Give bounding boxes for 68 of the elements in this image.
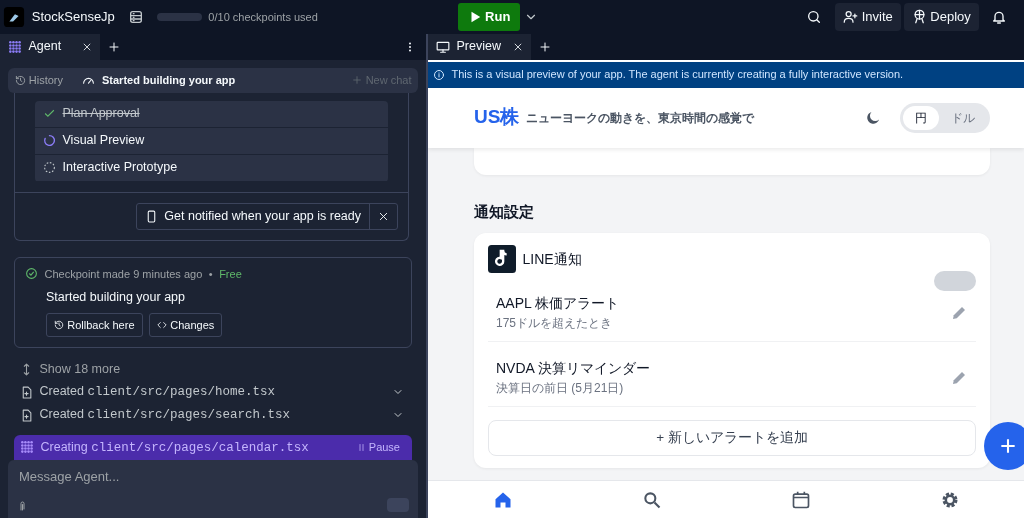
check-circle-icon (25, 267, 38, 281)
show-more-link[interactable]: Show 18 more (0, 357, 426, 381)
monitor-icon (436, 39, 450, 54)
checkpoint-button[interactable]: Rollback here (46, 312, 143, 337)
channel-name: LINE通知 (522, 249, 582, 269)
step-label: Visual Preview (62, 132, 145, 150)
free-label: Free (219, 266, 242, 282)
section-title: 通知設定 (474, 201, 535, 222)
database-icon[interactable] (127, 8, 144, 25)
file-plus-icon (20, 385, 33, 399)
separator-dot: • (208, 266, 213, 282)
alert-subtitle: 決算日の前日 (5月21日) (496, 380, 625, 398)
grid-dots-icon (8, 39, 22, 54)
app-tagline: ニューヨークの動きを、東京時間の感覚で (525, 109, 756, 127)
message-input[interactable]: Message Agent... (17, 465, 409, 488)
close-icon[interactable] (513, 41, 524, 52)
check-icon (43, 107, 56, 120)
code-icon (157, 319, 167, 330)
alert-title: AAPL 株価アラート (496, 294, 621, 314)
chat-title: Started building your app (102, 72, 236, 88)
plus-icon (998, 436, 1018, 456)
file-activity-row[interactable]: Created client/src/pages/home.tsx (0, 380, 426, 404)
message-field[interactable]: Message Agent... (8, 459, 418, 518)
history-icon (54, 319, 64, 330)
pause-icon (356, 442, 366, 452)
file-activity-row[interactable]: Created client/src/pages/search.tsx (0, 403, 426, 427)
app-name: StockSenseJp (31, 8, 115, 26)
plus-icon (352, 75, 363, 85)
add-alert-button[interactable]: + 新しいアラートを追加 (488, 420, 976, 457)
dashed-circle-icon (43, 161, 56, 174)
app-logo: US株 (474, 105, 520, 130)
notify-text: Get notified when your app is ready (164, 207, 361, 225)
grid-dots-icon (20, 440, 34, 455)
toolbar-button[interactable]: Deploy (904, 2, 979, 31)
history-link[interactable]: History (14, 71, 63, 89)
add-tab-icon[interactable] (539, 40, 552, 53)
spinner-icon (43, 134, 56, 147)
step-label: Interactive Prototype (62, 159, 178, 177)
add-fab-button[interactable] (984, 422, 1024, 470)
search-icon (641, 489, 662, 510)
checkpoint-count: 0/10 checkpoints used (208, 9, 318, 25)
toolbar-button[interactable]: Invite (835, 2, 901, 31)
info-icon (433, 68, 445, 81)
alert-title: NVDA 決算リマインダー (496, 359, 651, 379)
preview-tab[interactable]: Preview (428, 33, 532, 60)
app-logo-icon (3, 5, 26, 28)
step-label: Plan Approval (62, 105, 140, 123)
close-icon[interactable] (81, 41, 92, 52)
currency-option[interactable]: ドル (939, 105, 987, 130)
checkpoint-meta: Checkpoint made 9 minutes ago (44, 266, 203, 282)
pause-button[interactable]: Pause (350, 438, 406, 457)
agent-tab[interactable]: Agent (0, 33, 100, 60)
checkpoint-button[interactable]: Changes (149, 312, 223, 337)
search-icon[interactable] (806, 8, 823, 25)
close-icon (378, 210, 389, 222)
toggle-switch[interactable] (934, 271, 976, 292)
alert-subtitle: 175ドルを超えたとき (496, 315, 614, 333)
current-task-text: Creating client/src/pages/calendar.tsx (40, 438, 310, 457)
add-user-icon (843, 9, 859, 25)
history-icon (14, 74, 26, 86)
add-tab-icon[interactable] (107, 40, 120, 53)
music-note-icon (488, 245, 516, 274)
file-plus-icon (20, 408, 33, 422)
checkpoint-title: Started building your app (46, 289, 186, 306)
banner-text: This is a visual preview of your app. The agent is currently creating a fully interactive version. (451, 67, 904, 83)
currency-option[interactable]: 円 (903, 105, 939, 130)
run-button[interactable]: Run (457, 2, 521, 31)
calendar-icon (790, 489, 811, 510)
